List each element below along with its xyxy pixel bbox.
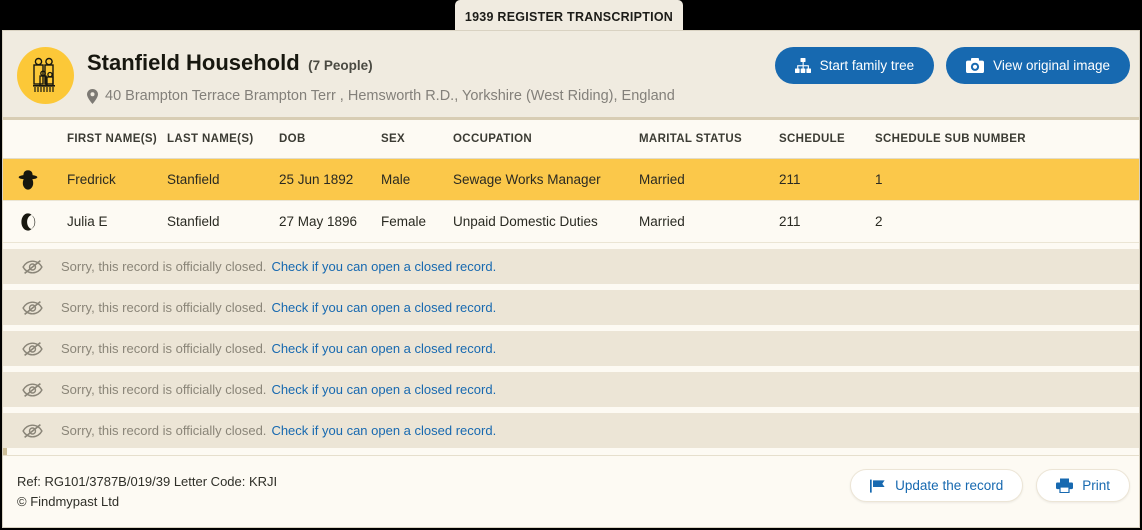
eye-slash-icon xyxy=(3,382,61,398)
tab-register-transcription[interactable]: 1939 REGISTER TRANSCRIPTION xyxy=(455,0,683,33)
address-row: 40 Brampton Terrace Brampton Terr , Hems… xyxy=(87,88,675,104)
eye-slash-icon xyxy=(3,259,61,275)
family-tree-icon xyxy=(794,58,811,73)
table-row[interactable]: Julia E Stanfield 27 May 1896 Female Unp… xyxy=(3,201,1139,243)
flag-icon xyxy=(870,479,886,493)
closed-record-text: Sorry, this record is officially closed. xyxy=(61,341,267,356)
update-record-button[interactable]: Update the record xyxy=(850,469,1024,502)
record-reference: Ref: RG101/3787B/019/39 Letter Code: KRJ… xyxy=(17,474,278,489)
transcription-table: FIRST NAME(S) LAST NAME(S) DOB SEX OCCUP… xyxy=(3,120,1139,448)
view-original-image-label: View original image xyxy=(993,58,1110,73)
header-actions: Start family tree View original image xyxy=(774,47,1130,84)
footer-actions: Update the record Print xyxy=(850,469,1130,502)
female-hat-icon xyxy=(3,211,67,233)
open-closed-record-link[interactable]: Check if you can open a closed record. xyxy=(271,341,496,356)
eye-slash-icon xyxy=(3,341,61,357)
cell-first-name: Fredrick xyxy=(67,172,116,187)
closed-record-text: Sorry, this record is officially closed. xyxy=(61,300,267,315)
cell-dob: 27 May 1896 xyxy=(279,214,358,229)
closed-record-text: Sorry, this record is officially closed. xyxy=(61,259,267,274)
cell-occupation: Sewage Works Manager xyxy=(453,172,601,187)
list-item: Sorry, this record is officially closed.… xyxy=(3,413,1139,448)
record-card: Stanfield Household (7 People) 40 Brampt… xyxy=(2,30,1140,528)
page-title: Stanfield Household (7 People) xyxy=(87,50,373,76)
column-header-dob: DOB xyxy=(279,133,306,145)
page-root: 1939 REGISTER TRANSCRIPTION Stanfield Ho… xyxy=(0,0,1142,530)
address-text: 40 Brampton Terrace Brampton Terr , Hems… xyxy=(105,88,675,104)
start-family-tree-button[interactable]: Start family tree xyxy=(774,47,935,84)
footer-meta: Ref: RG101/3787B/019/39 Letter Code: KRJ… xyxy=(17,472,277,512)
cell-sex: Female xyxy=(381,214,427,229)
table-row[interactable]: Fredrick Stanfield 25 Jun 1892 Male Sewa… xyxy=(3,159,1139,201)
open-closed-record-link[interactable]: Check if you can open a closed record. xyxy=(271,259,496,274)
list-item: Sorry, this record is officially closed.… xyxy=(3,331,1139,366)
copyright-text: © Findmypast Ltd xyxy=(17,494,120,509)
eye-slash-icon xyxy=(3,423,61,439)
cell-last-name: Stanfield xyxy=(167,172,220,187)
start-family-tree-label: Start family tree xyxy=(819,58,915,73)
top-dark-band: 1939 REGISTER TRANSCRIPTION xyxy=(0,0,1142,33)
cell-last-name: Stanfield xyxy=(167,214,220,229)
cell-marital-status: Married xyxy=(639,172,685,187)
household-title: Stanfield Household xyxy=(87,50,300,75)
people-count: (7 People) xyxy=(308,58,373,73)
camera-icon xyxy=(966,58,985,73)
family-group-icon xyxy=(28,57,64,95)
column-header-occupation: OCCUPATION xyxy=(453,133,533,145)
list-item: Sorry, this record is officially closed.… xyxy=(3,249,1139,284)
column-header-sex: SEX xyxy=(381,133,406,145)
view-original-image-button[interactable]: View original image xyxy=(946,47,1130,84)
record-header: Stanfield Household (7 People) 40 Brampt… xyxy=(3,31,1139,120)
open-closed-record-link[interactable]: Check if you can open a closed record. xyxy=(271,423,496,438)
printer-icon xyxy=(1056,478,1074,493)
cell-schedule-sub-number: 2 xyxy=(875,214,883,229)
print-button[interactable]: Print xyxy=(1036,469,1130,502)
eye-slash-icon xyxy=(3,300,61,316)
table-header-row: FIRST NAME(S) LAST NAME(S) DOB SEX OCCUP… xyxy=(3,120,1139,159)
cell-sex: Male xyxy=(381,172,411,187)
closed-records-list: Sorry, this record is officially closed.… xyxy=(3,243,1139,448)
update-record-label: Update the record xyxy=(895,478,1004,493)
column-header-last-name: LAST NAME(S) xyxy=(167,133,254,145)
male-hat-icon xyxy=(3,169,67,191)
cell-marital-status: Married xyxy=(639,214,685,229)
map-pin-icon xyxy=(87,88,98,104)
household-avatar xyxy=(17,47,74,104)
cell-schedule-sub-number: 1 xyxy=(875,172,883,187)
closed-record-text: Sorry, this record is officially closed. xyxy=(61,382,267,397)
record-footer: Ref: RG101/3787B/019/39 Letter Code: KRJ… xyxy=(3,455,1139,527)
column-header-schedule: SCHEDULE xyxy=(779,133,846,145)
open-closed-record-link[interactable]: Check if you can open a closed record. xyxy=(271,382,496,397)
column-header-schedule-sub-number: SCHEDULE SUB NUMBER xyxy=(875,133,1026,145)
list-item: Sorry, this record is officially closed.… xyxy=(3,290,1139,325)
cell-schedule: 211 xyxy=(779,172,801,187)
cell-schedule: 211 xyxy=(779,214,801,229)
cell-first-name: Julia E xyxy=(67,214,108,229)
list-item: Sorry, this record is officially closed.… xyxy=(3,372,1139,407)
column-header-first-name: FIRST NAME(S) xyxy=(67,133,158,145)
tab-label: 1939 REGISTER TRANSCRIPTION xyxy=(464,9,674,24)
print-label: Print xyxy=(1082,478,1110,493)
open-closed-record-link[interactable]: Check if you can open a closed record. xyxy=(271,300,496,315)
column-header-marital-status: MARITAL STATUS xyxy=(639,133,742,145)
cell-dob: 25 Jun 1892 xyxy=(279,172,354,187)
cell-occupation: Unpaid Domestic Duties xyxy=(453,214,598,229)
closed-record-text: Sorry, this record is officially closed. xyxy=(61,423,267,438)
